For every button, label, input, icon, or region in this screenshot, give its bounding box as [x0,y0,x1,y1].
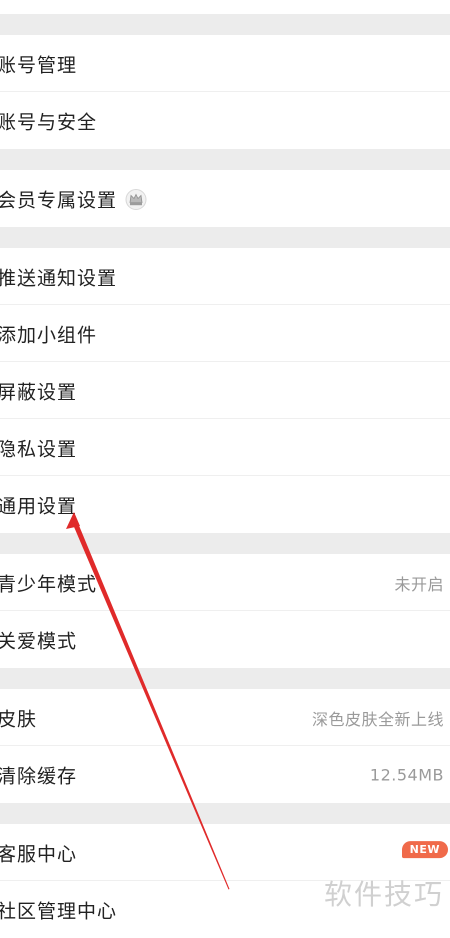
settings-item-teen-mode[interactable]: 青少年模式 未开启 [0,554,450,611]
settings-item-block[interactable]: 屏蔽设置 [0,362,450,419]
settings-item-label: 关爱模式 [0,630,78,652]
settings-item-label: 账号管理 [0,54,78,76]
section-gap [0,14,450,35]
new-badge: NEW [401,840,448,858]
settings-item-value: 未开启 [394,574,444,594]
settings-item-skin[interactable]: 皮肤 深色皮肤全新上线 [0,689,450,746]
settings-item-text: 会员专属设置 [0,189,118,211]
section-gap [0,803,450,824]
settings-item-add-widget[interactable]: 添加小组件 [0,305,450,362]
settings-item-care-mode[interactable]: 关爱模式 [0,611,450,668]
settings-item-community-management[interactable]: 社区管理中心 [0,881,450,938]
settings-item-label: 添加小组件 [0,324,98,346]
settings-item-label: 屏蔽设置 [0,381,78,403]
settings-item-privacy[interactable]: 隐私设置 [0,419,450,476]
settings-item-label: 账号与安全 [0,111,98,133]
section-gap [0,668,450,689]
settings-item-clear-cache[interactable]: 清除缓存 12.54MB [0,746,450,803]
settings-item-vip[interactable]: 会员专属设置 [0,170,450,227]
settings-item-value: 深色皮肤全新上线 [311,709,444,729]
settings-item-label: 会员专属设置 [0,185,147,212]
settings-item-account-security[interactable]: 账号与安全 [0,92,450,149]
settings-item-label: 隐私设置 [0,438,78,460]
settings-item-label: 通用设置 [0,495,78,517]
settings-item-label: 推送通知设置 [0,267,118,289]
settings-item-label: 皮肤 [0,708,38,730]
section-gap [0,227,450,248]
settings-item-general[interactable]: 通用设置 [0,476,450,533]
crown-icon [125,188,147,210]
section-gap [0,533,450,554]
settings-item-customer-service[interactable]: 客服中心 NEW [0,824,450,881]
top-spacer [0,0,450,14]
settings-item-push-notifications[interactable]: 推送通知设置 [0,248,450,305]
section-gap [0,149,450,170]
settings-item-label: 社区管理中心 [0,900,118,922]
settings-item-label: 客服中心 [0,843,78,865]
settings-item-account-management[interactable]: 账号管理 [0,35,450,92]
settings-item-label: 青少年模式 [0,573,98,595]
settings-item-value: 12.54MB [369,765,444,784]
settings-item-label: 清除缓存 [0,765,78,787]
